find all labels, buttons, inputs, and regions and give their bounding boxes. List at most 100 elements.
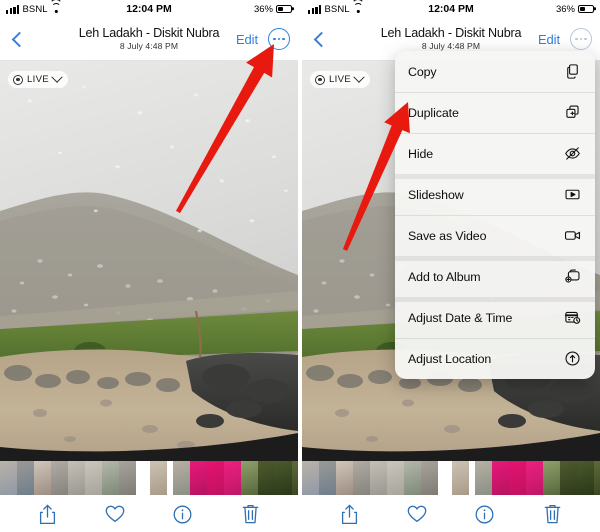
context-menu-item-adjust-location[interactable]: Adjust Location xyxy=(395,338,595,379)
share-icon[interactable] xyxy=(338,501,362,527)
thumbnail-filmstrip[interactable] xyxy=(0,461,298,495)
eye-slash-icon xyxy=(562,144,582,164)
filmstrip-thumbnail[interactable] xyxy=(190,461,207,495)
filmstrip-thumbnail[interactable] xyxy=(560,461,577,495)
context-menu-item-label: Hide xyxy=(408,146,434,161)
live-photo-badge[interactable]: LIVE xyxy=(8,71,68,88)
chevron-down-icon xyxy=(353,71,365,83)
heart-icon[interactable] xyxy=(405,501,429,527)
battery-icon xyxy=(578,4,594,14)
live-photo-badge[interactable]: LIVE xyxy=(310,71,370,88)
nav-actions: Edit xyxy=(538,28,592,50)
filmstrip-thumbnail[interactable] xyxy=(292,461,298,495)
filmstrip-thumbnail[interactable] xyxy=(421,461,438,495)
filmstrip-thumbnail[interactable] xyxy=(336,461,353,495)
photo-viewer[interactable]: LIVE xyxy=(0,61,298,461)
live-photo-label: LIVE xyxy=(27,74,49,85)
filmstrip-thumbnail[interactable] xyxy=(68,461,85,495)
filmstrip-thumbnail[interactable] xyxy=(224,461,241,495)
back-button[interactable] xyxy=(310,30,328,48)
context-menu-item-add-to-album[interactable]: Add to Album xyxy=(395,256,595,297)
context-menu-item-save-as-video[interactable]: Save as Video xyxy=(395,215,595,256)
context-menu-item-label: Slideshow xyxy=(408,187,464,202)
trash-icon[interactable] xyxy=(540,501,564,527)
trash-icon[interactable] xyxy=(238,501,262,527)
wifi-icon xyxy=(353,2,364,14)
filmstrip-thumbnail[interactable] xyxy=(150,461,167,495)
filmstrip-thumbnail[interactable] xyxy=(577,461,594,495)
back-button[interactable] xyxy=(8,30,26,48)
status-bar: BSNL 12:04 PM 36% xyxy=(0,0,298,18)
video-camera-icon xyxy=(562,226,582,246)
filmstrip-thumbnail[interactable] xyxy=(319,461,336,495)
share-icon[interactable] xyxy=(36,501,60,527)
context-menu-item-label: Save as Video xyxy=(408,228,487,243)
edit-button[interactable]: Edit xyxy=(236,32,258,47)
bottom-toolbar xyxy=(0,495,298,532)
ellipsis-circle-icon[interactable] xyxy=(570,28,592,50)
filmstrip-thumbnail[interactable] xyxy=(102,461,119,495)
right-phone-screen: BSNL 12:04 PM 36% Leh Ladakh - Diskit Nu… xyxy=(302,0,600,532)
ellipsis-circle-icon[interactable] xyxy=(268,28,290,50)
carrier-label: BSNL xyxy=(324,3,350,15)
filmstrip-thumbnail[interactable] xyxy=(492,461,509,495)
bottom-toolbar xyxy=(302,495,600,532)
status-bar-left: BSNL xyxy=(6,2,62,15)
filmstrip-thumbnail[interactable] xyxy=(17,461,34,495)
filmstrip-thumbnail[interactable] xyxy=(509,461,526,495)
filmstrip-thumbnail[interactable] xyxy=(353,461,370,495)
live-photo-icon xyxy=(13,74,23,85)
filmstrip-thumbnail[interactable] xyxy=(173,461,190,495)
copy-icon xyxy=(562,62,582,82)
carrier-label: BSNL xyxy=(22,3,48,15)
info-circle-icon[interactable] xyxy=(473,501,497,527)
left-phone-screen: BSNL 12:04 PM 36% Leh Ladakh - Diskit Nu… xyxy=(0,0,298,532)
filmstrip-thumbnail[interactable] xyxy=(275,461,292,495)
filmstrip-thumbnail[interactable] xyxy=(404,461,421,495)
context-menu[interactable]: Copy Duplicate Hide Slideshow Save as Video A… xyxy=(395,51,595,379)
location-arrow-circle-icon xyxy=(562,349,582,369)
filmstrip-thumbnail[interactable] xyxy=(475,461,492,495)
context-menu-item-hide[interactable]: Hide xyxy=(395,133,595,174)
filmstrip-thumbnail[interactable] xyxy=(302,461,319,495)
context-menu-item-label: Copy xyxy=(408,64,437,79)
filmstrip-thumbnail[interactable] xyxy=(526,461,543,495)
filmstrip-thumbnail[interactable] xyxy=(438,461,452,495)
filmstrip-thumbnail[interactable] xyxy=(370,461,387,495)
context-menu-item-slideshow[interactable]: Slideshow xyxy=(395,174,595,215)
battery-percent-label: 36% xyxy=(253,3,273,15)
heart-icon[interactable] xyxy=(103,501,127,527)
calendar-clock-icon xyxy=(562,308,582,328)
filmstrip-thumbnail[interactable] xyxy=(119,461,136,495)
filmstrip-thumbnail[interactable] xyxy=(594,461,600,495)
photo-image xyxy=(0,61,298,461)
filmstrip-thumbnail[interactable] xyxy=(258,461,275,495)
context-menu-item-adjust-date-time[interactable]: Adjust Date & Time xyxy=(395,297,595,338)
filmstrip-thumbnail[interactable] xyxy=(0,461,17,495)
screenshot-root: BSNL 12:04 PM 36% Leh Ladakh - Diskit Nu… xyxy=(0,0,600,532)
context-menu-item-duplicate[interactable]: Duplicate xyxy=(395,92,595,133)
filmstrip-thumbnail[interactable] xyxy=(241,461,258,495)
context-menu-item-label: Adjust Location xyxy=(408,351,492,366)
filmstrip-thumbnail[interactable] xyxy=(207,461,224,495)
thumbnail-filmstrip[interactable] xyxy=(302,461,600,495)
filmstrip-thumbnail[interactable] xyxy=(136,461,150,495)
filmstrip-thumbnail[interactable] xyxy=(543,461,560,495)
filmstrip-thumbnail[interactable] xyxy=(85,461,102,495)
edit-button[interactable]: Edit xyxy=(538,32,560,47)
filmstrip-thumbnail[interactable] xyxy=(34,461,51,495)
nav-actions: Edit xyxy=(236,28,290,50)
context-menu-item-label: Adjust Date & Time xyxy=(408,310,513,325)
add-to-album-icon xyxy=(562,267,582,287)
filmstrip-thumbnail[interactable] xyxy=(387,461,404,495)
wifi-icon xyxy=(51,2,62,14)
play-rectangle-icon xyxy=(562,185,582,205)
filmstrip-thumbnail[interactable] xyxy=(51,461,68,495)
context-menu-item-copy[interactable]: Copy xyxy=(395,51,595,92)
duplicate-icon xyxy=(562,103,582,123)
filmstrip-thumbnail[interactable] xyxy=(452,461,469,495)
battery-icon xyxy=(276,4,292,14)
info-circle-icon[interactable] xyxy=(171,501,195,527)
navigation-bar: Leh Ladakh - Diskit Nubra 8 July 4:48 PM… xyxy=(0,18,298,60)
status-bar-right: 36% xyxy=(254,4,292,15)
